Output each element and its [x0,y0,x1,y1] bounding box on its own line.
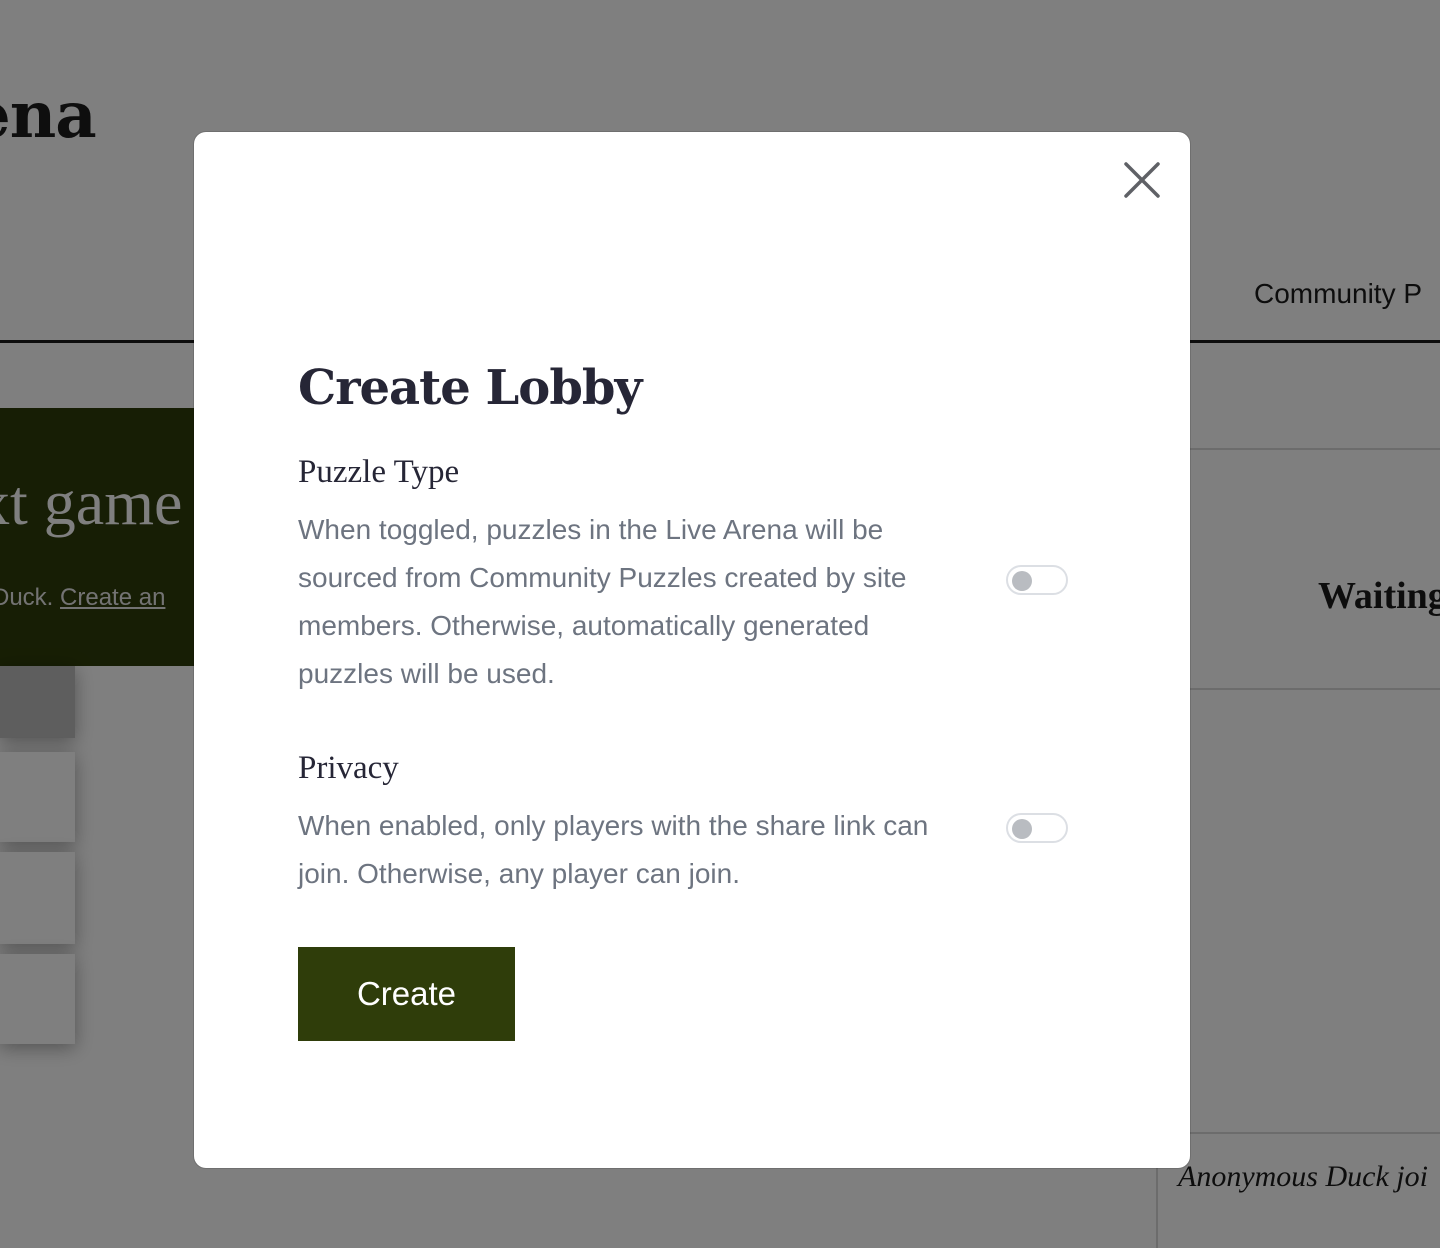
toggle-knob [1012,571,1032,591]
create-lobby-modal: Create Lobby Puzzle Type When toggled, p… [194,132,1190,1168]
create-button[interactable]: Create [298,947,515,1041]
puzzle-type-toggle[interactable] [1006,565,1068,595]
privacy-toggle[interactable] [1006,813,1068,843]
privacy-description: When enabled, only players with the shar… [298,810,929,889]
close-button[interactable] [1122,160,1162,200]
modal-title: Create Lobby [298,360,642,416]
close-icon [1124,162,1160,198]
toggle-knob [1012,819,1032,839]
puzzle-type-description: When toggled, puzzles in the Live Arena … [298,514,907,689]
privacy-label: Privacy [298,750,399,786]
puzzle-type-label: Puzzle Type [298,454,460,490]
